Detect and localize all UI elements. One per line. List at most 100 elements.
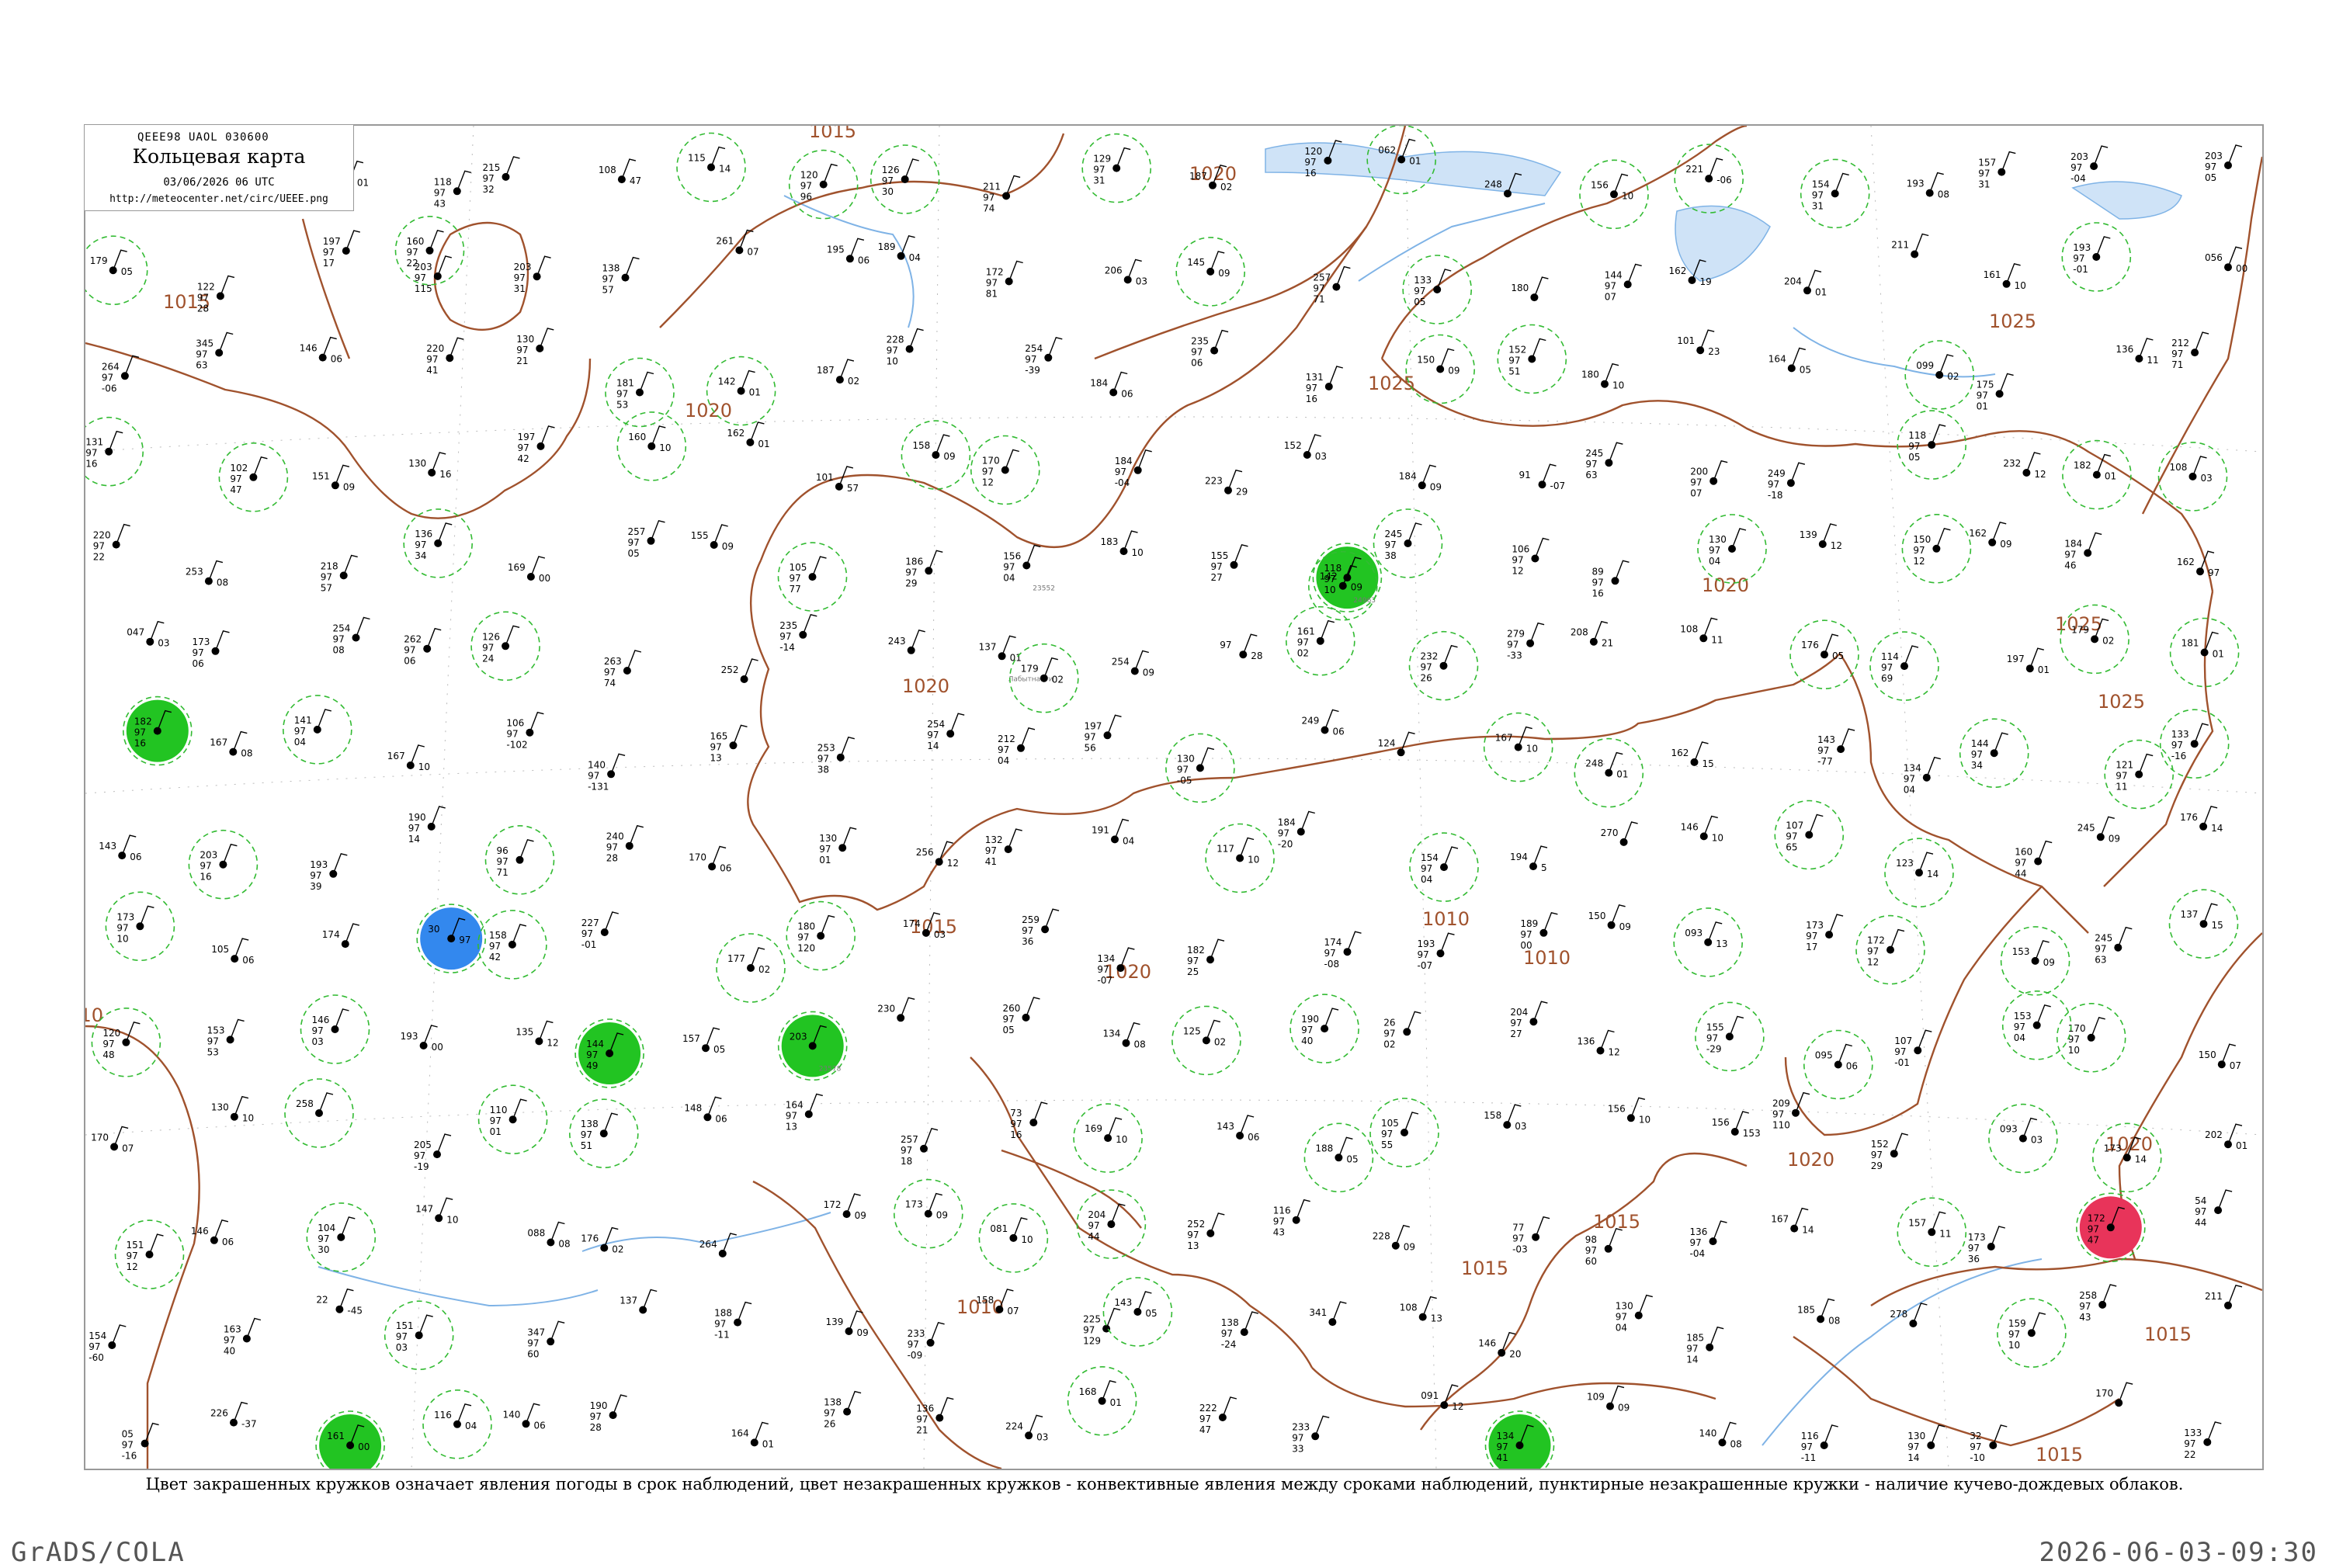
station-plot[interactable]: 185 08 — [1797, 1298, 1840, 1326]
station-plot[interactable]: 23397-09 — [908, 1321, 945, 1361]
station-plot[interactable]: 1529751 — [1497, 324, 1567, 394]
station-plot[interactable]: 091 12 — [1421, 1384, 1464, 1412]
station-plot[interactable]: 1319716 — [85, 416, 144, 487]
station-plot[interactable]: 143 06 — [1217, 1115, 1259, 1143]
station-plot[interactable]: 223 29 — [1205, 469, 1248, 498]
station-plot[interactable]: 189 04 — [878, 234, 921, 263]
station-plot[interactable]: 22 -45 — [316, 1288, 363, 1316]
station-plot[interactable]: 18897-11 — [714, 1301, 752, 1341]
station-plot[interactable]: 143 06 — [99, 834, 141, 862]
station-plot[interactable]: 136 12 — [1578, 1029, 1620, 1058]
station-plot[interactable]: 125 02 — [1171, 1005, 1241, 1076]
station-plot[interactable]: 1739717 — [1806, 914, 1844, 952]
station-plot[interactable]: 203 23578 — [777, 1011, 848, 1081]
station-plot[interactable]: 115 14 — [676, 132, 746, 203]
station-plot[interactable]: 2579705 — [628, 519, 665, 559]
map-url[interactable]: http://meteocenter.net/circ/UEEE.png — [85, 193, 353, 205]
station-plot[interactable]: 10697-102 — [506, 711, 544, 751]
station-plot[interactable]: 137 15 — [2168, 889, 2239, 959]
station-plot[interactable]: 093 13 — [1673, 907, 1743, 977]
station-plot[interactable]: 739716 — [1010, 1101, 1048, 1140]
station-plot[interactable]: 0597-16 — [122, 1422, 159, 1462]
station-plot[interactable]: 047 03 — [127, 620, 170, 649]
station-plot[interactable]: 157 05 — [682, 1027, 725, 1055]
station-plot[interactable]: 167 10 — [387, 744, 430, 772]
station-plot[interactable]: 20997110 — [1772, 1091, 1810, 1131]
station-plot[interactable]: 108 47 — [599, 158, 641, 186]
station-plot[interactable]: 2339733 — [1292, 1415, 1330, 1454]
station-plot[interactable]: 2189757 — [321, 554, 358, 593]
station-plot[interactable]: 1469703 — [300, 994, 370, 1064]
station-plot[interactable]: 1309701 — [819, 827, 857, 866]
station-plot[interactable]: 136 11 — [2116, 338, 2159, 366]
station-plot[interactable]: 1599710 — [1997, 1298, 2067, 1368]
station-plot[interactable]: 208 21 — [1571, 620, 1613, 649]
station-plot[interactable]: 1419704 — [282, 695, 352, 765]
station-plot[interactable]: 206 03 — [1105, 258, 1147, 286]
station-plot[interactable]: 1979742 — [518, 425, 555, 464]
station-plot[interactable]: 147 10 — [415, 1197, 458, 1225]
station-plot[interactable]: 1859714 — [1686, 1326, 1724, 1365]
station-plot[interactable]: 164 05 — [1768, 347, 1811, 375]
station-plot[interactable]: 137 — [620, 1289, 658, 1314]
weather-map[interactable]: 1010101010151015101510151015102010201020… — [85, 126, 2262, 1469]
station-plot[interactable]: 269702 — [1383, 1011, 1421, 1049]
station-plot[interactable]: 1945 — [1510, 845, 1548, 873]
station-plot[interactable]: 26497-06 — [102, 355, 140, 394]
station-plot[interactable]: 2329726 — [1408, 630, 1479, 701]
station-plot[interactable]: 2039705 — [2205, 144, 2243, 183]
station-plot[interactable]: 101 23 — [1677, 329, 1720, 357]
station-plot[interactable]: 2039731 — [514, 255, 551, 294]
station-plot[interactable]: 191 04 — [1092, 818, 1134, 846]
station-plot[interactable]: 162 15 — [1671, 741, 1714, 769]
station-plot[interactable]: 3479760 — [527, 1320, 565, 1359]
station-plot[interactable]: 124 — [1378, 731, 1415, 757]
station-plot[interactable]: 160 10 — [616, 411, 687, 481]
station-plot[interactable]: 1319716 — [1306, 366, 1343, 404]
station-plot[interactable]: 232 12 — [2003, 452, 2046, 480]
station-plot[interactable]: 130 10 — [211, 1095, 254, 1124]
station-plot[interactable]: 20597-19 — [414, 1133, 452, 1172]
station-plot[interactable]: 1189705 — [1897, 410, 1966, 480]
station-plot[interactable]: 1169743 — [1273, 1199, 1310, 1238]
station-plot[interactable]: 1739736 — [1968, 1226, 2005, 1264]
station-plot[interactable]: 1639740 — [224, 1317, 262, 1357]
station-plot[interactable]: 109 09 — [1587, 1385, 1630, 1414]
station-plot[interactable]: 11697-11 — [1801, 1424, 1838, 1463]
station-plot[interactable]: 1389751 — [568, 1098, 639, 1168]
station-plot[interactable]: 056 00 — [2205, 246, 2247, 274]
station-plot[interactable]: 20397-04 — [2070, 145, 2109, 184]
station-plot[interactable]: 1269724 — [470, 611, 540, 682]
station-plot[interactable]: 1609744 — [2015, 840, 2053, 879]
station-plot[interactable]: 093 03 — [1988, 1103, 2058, 1174]
station-plot[interactable]: 2459763 — [1585, 442, 1623, 480]
station-plot[interactable]: 151 09 — [312, 464, 355, 492]
station-plot[interactable]: 249 06 — [1302, 709, 1345, 737]
station-plot[interactable]: 2529713 — [1187, 1212, 1225, 1251]
station-plot[interactable]: 169 00 — [508, 556, 550, 584]
station-plot[interactable]: 1849746 — [2064, 532, 2102, 571]
station-plot[interactable]: 2039716 — [188, 829, 259, 900]
station-plot[interactable]: 245 09 — [2077, 816, 2120, 844]
station-plot[interactable]: 167 10 — [1483, 712, 1553, 782]
station-plot[interactable]: 254 09 — [1112, 650, 1154, 678]
station-plot[interactable]: 174 — [322, 923, 359, 949]
station-plot[interactable]: 13397-16 — [2159, 709, 2230, 779]
station-plot[interactable]: 1229728 — [197, 275, 235, 314]
station-plot[interactable]: 258 — [284, 1078, 354, 1148]
station-plot[interactable]: 27997-33 — [1507, 622, 1545, 661]
station-plot[interactable]: 161 00 — [315, 1410, 385, 1469]
station-plot[interactable]: 169 10 — [1073, 1103, 1143, 1173]
station-plot[interactable]: 2009707 — [1690, 460, 1728, 499]
station-plot[interactable]: 226 -37 — [210, 1401, 257, 1430]
station-plot[interactable]: 1539753 — [207, 1018, 245, 1057]
station-plot[interactable]: 2599736 — [1022, 908, 1060, 947]
station-plot[interactable]: 095 06 — [1803, 1029, 1873, 1100]
station-plot[interactable]: 243 — [888, 629, 925, 654]
station-plot[interactable]: 2539738 — [817, 736, 855, 775]
station-plot[interactable]: 1449749 — [574, 1018, 644, 1088]
station-plot[interactable]: 099 02 — [1904, 340, 1974, 410]
station-plot[interactable]: 156 153 — [1712, 1111, 1761, 1139]
station-plot[interactable]: 162 09 — [1969, 521, 2011, 550]
station-plot[interactable]: 193 00 — [401, 1025, 443, 1053]
